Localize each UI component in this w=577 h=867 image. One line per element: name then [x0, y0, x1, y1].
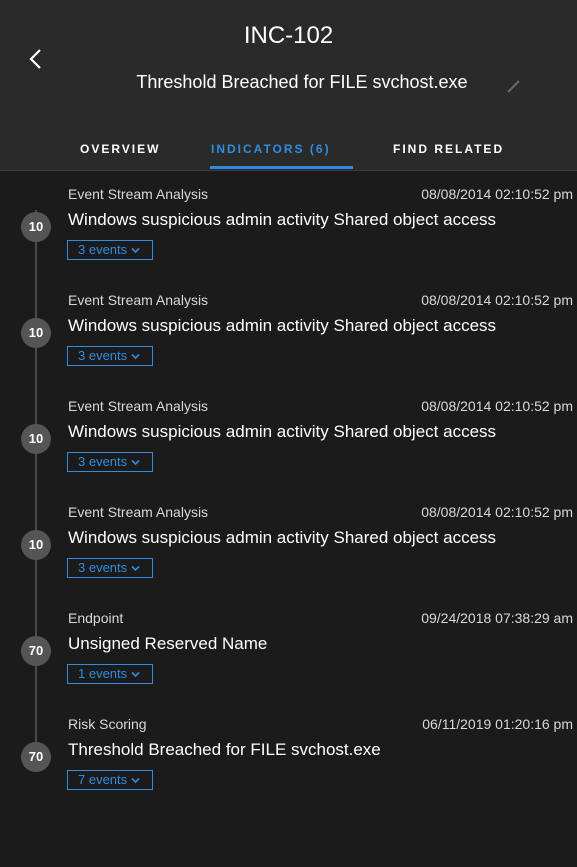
- risk-score-badge: 10: [21, 318, 51, 348]
- events-count-label: 7 events: [78, 772, 128, 787]
- indicator-name[interactable]: Windows suspicious admin activity Shared…: [68, 210, 572, 230]
- events-count-label: 3 events: [78, 242, 128, 257]
- chevron-down-icon: [131, 565, 140, 572]
- events-toggle-button[interactable]: 1 events: [67, 664, 154, 684]
- indicator-row: 70 Endpoint 09/24/2018 07:38:29 am Unsigned…: [0, 606, 577, 706]
- chevron-down-icon: [131, 459, 140, 466]
- events-count-label: 3 events: [78, 560, 128, 575]
- chevron-down-icon: [131, 671, 140, 678]
- indicator-source: Event Stream Analysis: [68, 504, 209, 520]
- events-count-label: 3 events: [78, 454, 128, 469]
- indicator-timestamp: 08/08/2014 02:10:52 pm: [421, 398, 573, 414]
- events-toggle-button[interactable]: 3 events: [67, 558, 154, 578]
- tab-bar: OVERVIEW INDICATORS (6) FIND RELATED: [0, 132, 577, 171]
- indicator-row: 10 Event Stream Analysis 08/08/2014 02:10:…: [0, 182, 577, 282]
- chevron-down-icon: [131, 247, 140, 254]
- risk-score-badge: 10: [21, 424, 51, 454]
- indicator-timestamp: 06/11/2019 01:20:16 pm: [422, 716, 573, 732]
- events-toggle-button[interactable]: 3 events: [67, 452, 154, 472]
- risk-score-badge: 10: [21, 530, 51, 560]
- incident-title: Threshold Breached for FILE svchost.exe: [0, 72, 577, 93]
- events-toggle-button[interactable]: 3 events: [67, 240, 154, 260]
- indicator-source: Event Stream Analysis: [68, 292, 209, 308]
- indicator-source: Endpoint: [68, 610, 124, 626]
- edit-title-button[interactable]: [502, 76, 522, 96]
- indicator-source: Event Stream Analysis: [68, 398, 209, 414]
- indicator-timestamp: 09/24/2018 07:38:29 am: [421, 610, 573, 626]
- tab-find-related[interactable]: FIND RELATED: [393, 142, 504, 156]
- chevron-down-icon: [131, 353, 140, 360]
- indicator-name[interactable]: Unsigned Reserved Name: [68, 634, 572, 654]
- pencil-icon: [507, 80, 520, 93]
- indicator-timestamp: 08/08/2014 02:10:52 pm: [421, 292, 573, 308]
- indicator-name[interactable]: Windows suspicious admin activity Shared…: [68, 422, 572, 442]
- risk-score-badge: 70: [21, 742, 51, 772]
- indicator-row: 10 Event Stream Analysis 08/08/2014 02:10:…: [0, 394, 577, 494]
- indicator-name[interactable]: Windows suspicious admin activity Shared…: [68, 316, 572, 336]
- indicator-timestamp: 08/08/2014 02:10:52 pm: [421, 504, 573, 520]
- active-tab-indicator: [210, 166, 353, 169]
- risk-score-badge: 10: [21, 212, 51, 242]
- events-toggle-button[interactable]: 3 events: [67, 346, 154, 366]
- indicator-name[interactable]: Windows suspicious admin activity Shared…: [68, 528, 572, 548]
- indicator-source: Event Stream Analysis: [68, 186, 209, 202]
- tab-indicators[interactable]: INDICATORS (6): [211, 142, 331, 156]
- indicator-row: 10 Event Stream Analysis 08/08/2014 02:10:…: [0, 288, 577, 388]
- risk-score-badge: 70: [21, 636, 51, 666]
- indicator-row: 70 Risk Scoring 06/11/2019 01:20:16 pm Thre…: [0, 712, 577, 812]
- incident-title-text: Threshold Breached for FILE svchost.exe: [136, 72, 468, 92]
- indicator-name[interactable]: Threshold Breached for FILE svchost.exe: [68, 740, 572, 760]
- incident-header: INC-102 Threshold Breached for FILE svch…: [0, 0, 577, 171]
- events-toggle-button[interactable]: 7 events: [67, 770, 154, 790]
- tab-overview[interactable]: OVERVIEW: [80, 142, 160, 156]
- events-count-label: 1 events: [78, 666, 128, 681]
- indicator-source: Risk Scoring: [68, 716, 147, 732]
- indicator-row: 10 Event Stream Analysis 08/08/2014 02:10:…: [0, 500, 577, 600]
- chevron-down-icon: [131, 777, 140, 784]
- indicator-timestamp: 08/08/2014 02:10:52 pm: [421, 186, 573, 202]
- events-count-label: 3 events: [78, 348, 128, 363]
- incident-id: INC-102: [243, 22, 334, 49]
